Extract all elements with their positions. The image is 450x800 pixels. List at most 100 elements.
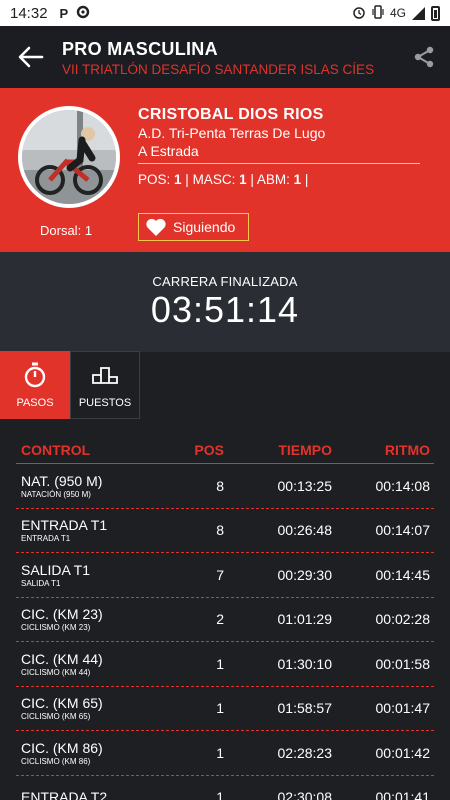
pos-cell: 1 (216, 655, 224, 672)
table-row[interactable]: SALIDA T1 SALIDA T1 7 00:29:30 00:14:45 (16, 553, 434, 598)
control-detail: CICLISMO (KM 23) (21, 623, 91, 633)
table-row[interactable]: ENTRADA T1 ENTRADA T1 8 00:26:48 00:14:0… (16, 509, 434, 553)
time-cell: 00:13:25 (277, 477, 333, 494)
table-row[interactable]: ENTRADA T2 1 02:30:08 00:01:41 (16, 776, 434, 800)
control-cell: SALIDA T1 SALIDA T1 (16, 562, 174, 588)
pos-cell: 1 (216, 700, 224, 717)
athlete-rankings: POS: 1 | MASC: 1 | ABM: 1 | (138, 172, 309, 187)
control-name: CIC. (KM 44) (21, 650, 103, 667)
athlete-avatar (18, 106, 120, 208)
pace-cell: 00:01:58 (375, 655, 431, 672)
time-cell: 01:30:10 (277, 655, 333, 672)
bib-label: Dorsal: (40, 223, 82, 238)
back-button[interactable] (0, 26, 62, 88)
network-type: 4G (389, 6, 406, 20)
control-name: CIC. (KM 65) (21, 695, 103, 712)
race-total-time: 03:51:14 (150, 289, 300, 330)
control-cell: ENTRADA T2 (16, 789, 174, 800)
time-cell: 01:58:57 (277, 700, 333, 717)
race-status-panel: CARRERA FINALIZADA 03:51:14 (0, 252, 450, 352)
control-cell: NAT. (950 M) NATACIÓN (950 M) (16, 473, 174, 499)
follow-label: Siguiendo (173, 219, 236, 235)
alarm-icon (352, 5, 366, 22)
tab-bar: PASOS PUESTOS (0, 351, 140, 419)
pos-cell: 1 (216, 789, 224, 800)
pos-cell: 1 (216, 744, 224, 761)
control-cell: CIC. (KM 86) CICLISMO (KM 86) (16, 740, 174, 766)
app-bar: PRO MASCULINA VII TRIATLÓN DESAFÍO SANTA… (0, 26, 450, 88)
splits-table: CONTROL POS TIEMPO RITMO NAT. (950 M) NA… (16, 436, 434, 800)
control-detail: CICLISMO (KM 86) (21, 756, 91, 766)
race-status: CARRERA FINALIZADA (152, 274, 298, 289)
header-pace: RITMO (384, 441, 430, 458)
control-name: NAT. (950 M) (21, 472, 103, 489)
control-cell: CIC. (KM 23) CICLISMO (KM 23) (16, 606, 174, 632)
athlete-city: A Estrada (138, 143, 199, 159)
table-row[interactable]: CIC. (KM 86) CICLISMO (KM 86) 1 02:28:23… (16, 731, 434, 776)
pace-cell: 00:01:47 (375, 700, 431, 717)
sync-app-icon (76, 5, 90, 22)
table-header: CONTROL POS TIEMPO RITMO (16, 436, 434, 464)
vibrate-icon (372, 4, 384, 22)
podium-icon (92, 361, 118, 389)
time-cell: 01:01:29 (277, 611, 333, 628)
arrow-left-icon (18, 46, 44, 68)
athlete-club: A.D. Tri-Penta Terras De Lugo (138, 125, 326, 141)
abm-label: ABM: (256, 172, 290, 187)
pace-cell: 00:02:28 (375, 611, 431, 628)
pos-cell: 8 (216, 522, 224, 539)
control-detail: CICLISMO (KM 44) (21, 667, 91, 677)
control-cell: CIC. (KM 44) CICLISMO (KM 44) (16, 651, 174, 677)
tab-pasos[interactable]: PASOS (0, 351, 70, 419)
athlete-card: Dorsal: 1 CRISTOBAL DIOS RIOS A.D. Tri-P… (0, 88, 450, 252)
stopwatch-icon (23, 361, 47, 389)
pace-cell: 00:01:42 (375, 744, 431, 761)
pos-cell: 2 (216, 611, 224, 628)
divider (138, 163, 420, 164)
follow-button[interactable]: Siguiendo (138, 213, 249, 241)
status-bar: 14:32 P 4G (0, 0, 450, 26)
table-row[interactable]: CIC. (KM 23) CICLISMO (KM 23) 2 01:01:29… (16, 598, 434, 642)
control-detail: NATACIÓN (950 M) (21, 489, 91, 499)
pace-cell: 00:14:08 (375, 477, 431, 494)
control-detail: SALIDA T1 (21, 578, 61, 588)
control-cell: ENTRADA T1 ENTRADA T1 (16, 517, 174, 543)
pace-cell: 00:14:07 (375, 522, 431, 539)
heart-icon (145, 217, 167, 237)
control-name: ENTRADA T1 (21, 517, 108, 534)
header-control: CONTROL (21, 441, 91, 458)
control-cell: CIC. (KM 65) CICLISMO (KM 65) (16, 695, 174, 721)
abm-value: 1 (293, 172, 302, 187)
bib-number: Dorsal: 1 (40, 223, 92, 238)
tab-puestos-label: PUESTOS (78, 397, 132, 409)
bib-value: 1 (84, 223, 93, 238)
share-icon (414, 46, 434, 68)
control-name: ENTRADA T2 (21, 788, 108, 800)
status-time: 14:32 (10, 4, 48, 22)
masc-value: 1 (239, 172, 247, 187)
pos-cell: 8 (216, 477, 224, 494)
control-detail: CICLISMO (KM 65) (21, 712, 91, 722)
time-cell: 00:29:30 (277, 566, 333, 583)
pos-label: POS: (138, 172, 171, 187)
time-cell: 02:28:23 (277, 744, 333, 761)
table-row[interactable]: NAT. (950 M) NATACIÓN (950 M) 8 00:13:25… (16, 464, 434, 509)
time-cell: 02:30:08 (277, 789, 333, 800)
header-time: TIEMPO (278, 441, 332, 458)
table-row[interactable]: CIC. (KM 65) CICLISMO (KM 65) 1 01:58:57… (16, 687, 434, 731)
masc-label: MASC: (192, 172, 236, 187)
signal-icon (412, 6, 425, 20)
time-cell: 00:26:48 (277, 522, 333, 539)
pace-cell: 00:14:45 (375, 566, 431, 583)
control-name: SALIDA T1 (21, 561, 91, 578)
athlete-name: CRISTOBAL DIOS RIOS (138, 106, 324, 123)
header-pos: POS (194, 441, 224, 458)
tab-puestos[interactable]: PUESTOS (70, 351, 140, 419)
pace-cell: 00:01:41 (375, 789, 431, 800)
event-subtitle: VII TRIATLÓN DESAFÍO SANTANDER ISLAS CÍE… (62, 62, 375, 77)
pos-value: 1 (174, 172, 182, 187)
tab-pasos-label: PASOS (16, 397, 54, 409)
table-row[interactable]: CIC. (KM 44) CICLISMO (KM 44) 1 01:30:10… (16, 642, 434, 687)
share-button[interactable] (398, 26, 450, 88)
pos-cell: 7 (216, 566, 224, 583)
